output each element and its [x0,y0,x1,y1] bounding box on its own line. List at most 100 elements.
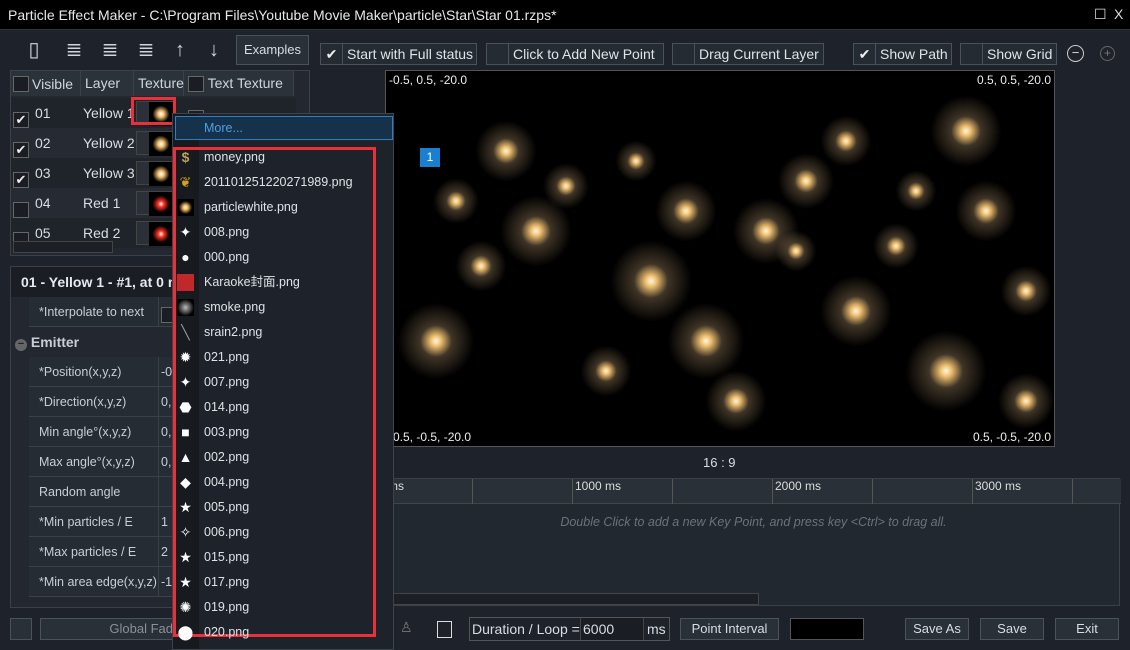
particle [996,261,1054,321]
texture-option[interactable]: $ money.png [173,145,373,170]
checkbox[interactable] [673,44,695,64]
property-value[interactable]: 2 [158,537,168,567]
checkbox[interactable] [961,44,983,64]
text-texture-checkbox[interactable] [188,76,204,93]
more-option[interactable]: More... [175,116,393,140]
texture-option[interactable]: ◆ 004.png [173,470,373,495]
property-label: *Position(x,y,z) [39,365,122,379]
texture-option[interactable]: ★ 015.png [173,545,373,570]
preview-canvas[interactable]: -0.5, 0.5, -20.0 0.5, 0.5, -20.0 -0.5, -… [385,70,1055,447]
global-fade-button[interactable]: Global Fad [40,618,180,640]
texture-name: particlewhite.png [204,200,298,214]
texture-option[interactable]: ★ 017.png [173,570,373,595]
timeline-scrollbar[interactable] [386,593,759,605]
property-value[interactable]: -0 [158,357,172,387]
texture-option[interactable]: ✹ 021.png [173,345,373,370]
coord-bottom-left: -0.5, -0.5, -20.0 [389,430,472,444]
delete-all-layers-icon[interactable]: ≣ [134,37,158,63]
exit-button[interactable]: Exit [1055,618,1119,640]
texture-option[interactable]: smoke.png [173,295,373,320]
header-layer[interactable]: Layer [81,71,134,96]
layer-name: Yellow 3 [83,165,135,181]
property-value[interactable]: 0, [158,447,171,477]
header-texture[interactable]: Texture [134,71,184,96]
close-button[interactable]: X [1114,6,1123,22]
zoom-out-icon[interactable]: − [1067,45,1084,62]
tick-minor [472,479,475,504]
timeline[interactable]: ms 1000 ms 2000 ms 3000 ms Double Click … [385,478,1121,606]
particle [539,159,593,213]
texture-name: 002.png [204,450,250,464]
property-value[interactable]: -1 [158,567,172,597]
texture-option[interactable]: ✧ 006.png [173,520,373,545]
checkbox[interactable]: ✔ [854,44,876,64]
save-button[interactable]: Save [980,618,1044,640]
point-interval-button[interactable]: Point Interval [680,618,779,640]
texture-option[interactable]: ★ 005.png [173,495,373,520]
duration-input[interactable]: 6000 [580,618,644,640]
star-thin-icon: ★ [179,499,192,515]
particle [924,89,1008,173]
property-value[interactable]: 0, [158,417,171,447]
header-visible[interactable]: Visible [11,71,81,96]
timeline-ruler[interactable]: ms 1000 ms 2000 ms 3000 ms [386,479,1121,504]
header-text-texture[interactable]: Text Texture [184,71,294,96]
texture-option[interactable]: ✦ 007.png [173,370,373,395]
click-add-point-toggle[interactable]: Click to Add New Point [486,43,664,65]
layer-id: 02 [35,135,51,151]
horizontal-scrollbar[interactable] [13,241,113,253]
show-grid-toggle[interactable]: Show Grid [960,43,1057,65]
texture-option[interactable]: ● 000.png [173,245,373,270]
aspect-ratio-label[interactable]: 16 : 9 [703,455,736,470]
collapse-icon[interactable]: − [15,339,27,351]
checkbox[interactable] [487,44,509,64]
texture-name: 005.png [204,500,250,514]
open-file-icon[interactable]: ▯ [22,37,46,63]
show-path-toggle[interactable]: ✔ Show Path [853,43,952,65]
property-value[interactable] [158,477,161,507]
move-down-icon[interactable]: ↓ [202,37,226,63]
zoom-in-icon[interactable]: + [1100,46,1115,61]
delete-layer-icon[interactable]: ≣ [98,37,122,63]
maximize-button[interactable]: ☐ [1094,6,1107,23]
property-value[interactable]: 1 [158,507,168,537]
layer-id: 01 [35,105,51,121]
property-value[interactable]: 0, [158,387,171,417]
texture-picker[interactable] [136,221,176,246]
texture-thumbnail [149,192,173,216]
start-full-status-toggle[interactable]: ✔ Start with Full status [320,43,477,65]
texture-option[interactable]: ✺ 019.png [173,595,373,620]
checkbox[interactable]: ✔ [321,44,343,64]
texture-option[interactable]: ⬣ 014.png [173,395,373,420]
texture-picker[interactable] [136,191,176,216]
save-as-button[interactable]: Save As [905,618,969,640]
bottom-checkbox[interactable] [437,621,452,638]
property-label: *Min particles / E [39,515,133,529]
texture-option[interactable]: ❦ 201101251220271989.png [173,170,373,195]
color-swatch[interactable] [790,618,864,640]
texture-option[interactable]: ✦ 008.png [173,220,373,245]
texture-picker[interactable] [136,161,176,186]
texture-picker[interactable] [136,131,176,156]
global-fade-checkbox[interactable] [10,618,32,640]
texture-name: 007.png [204,375,250,389]
texture-option[interactable]: ■ 003.png [173,420,373,445]
person-icon[interactable]: ♙ [400,619,413,636]
tick-minor [1072,479,1075,504]
examples-button[interactable]: Examples [236,35,309,65]
texture-name: 021.png [204,350,250,364]
property-label: *Max particles / E [39,545,137,559]
path-point-marker[interactable]: 1 [420,148,440,167]
texture-option[interactable]: ⬤ 020.png [173,620,373,645]
select-all-checkbox[interactable] [13,75,29,92]
texture-option[interactable]: Karaoke封面.png [173,270,373,295]
texture-option[interactable]: ▲ 002.png [173,445,373,470]
move-up-icon[interactable]: ↑ [168,37,192,63]
texture-option[interactable]: ╲ srain2.png [173,320,373,345]
particle [772,227,820,275]
texture-name: srain2.png [204,325,263,339]
drag-current-layer-toggle[interactable]: Drag Current Layer [672,43,824,65]
texture-option[interactable]: particlewhite.png [173,195,373,220]
coord-bottom-right: 0.5, -0.5, -20.0 [972,430,1051,444]
add-layer-icon[interactable]: ≣ [62,37,86,63]
